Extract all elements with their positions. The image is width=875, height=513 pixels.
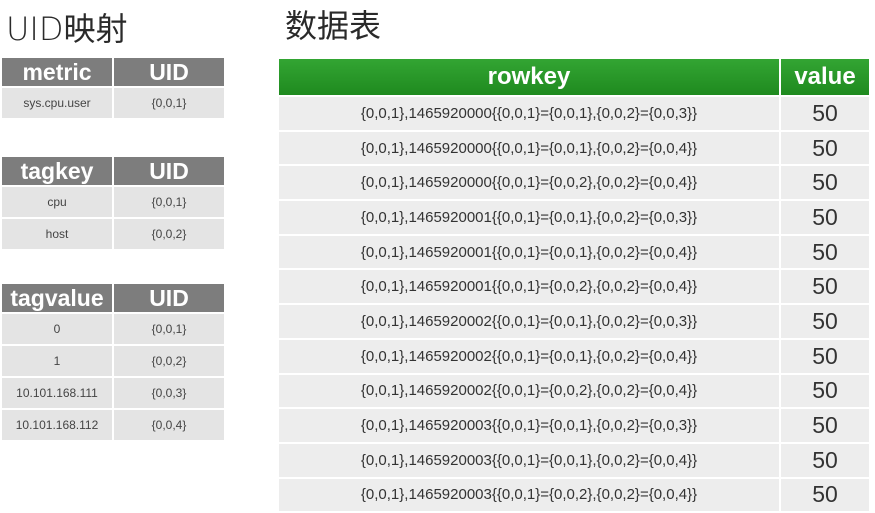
rowkey-cell: {0,0,1},1465920000{{0,0,1}={0,0,1},{0,0,… [279,131,779,165]
rowkey-cell: {0,0,1},1465920002{{0,0,1}={0,0,1},{0,0,… [279,339,779,373]
table-cell: {0,0,4} [114,410,224,440]
column-header: metric [2,58,112,86]
table-cell: 10.101.168.112 [2,410,112,440]
table-row: {0,0,1},1465920001{{0,0,1}={0,0,2},{0,0,… [279,270,869,304]
table-cell: {0,0,1} [114,314,224,344]
table-cell: {0,0,2} [114,219,224,249]
tagkey-uid-table: tagkey UID cpu {0,0,1} host {0,0,2} [0,155,226,251]
table-row: {0,0,1},1465920002{{0,0,1}={0,0,2},{0,0,… [279,374,869,408]
rowkey-cell: {0,0,1},1465920001{{0,0,1}={0,0,1},{0,0,… [279,201,779,234]
value-cell: 50 [781,478,869,512]
rowkey-cell: {0,0,1},1465920000{{0,0,1}={0,0,2},{0,0,… [279,166,779,200]
value-cell: 50 [781,270,869,304]
value-cell: 50 [781,235,869,269]
table-cell: {0,0,3} [114,378,224,408]
table-row: host {0,0,2} [2,219,224,249]
table-row: {0,0,1},1465920002{{0,0,1}={0,0,1},{0,0,… [279,305,869,338]
table-cell: 1 [2,346,112,376]
value-cell: 50 [781,305,869,338]
table-row: {0,0,1},1465920000{{0,0,1}={0,0,2},{0,0,… [279,166,869,200]
column-header: tagvalue [2,284,112,312]
value-cell: 50 [781,201,869,234]
uid-mapping-title: UID映射 [6,10,128,48]
table-row: {0,0,1},1465920000{{0,0,1}={0,0,1},{0,0,… [279,131,869,165]
table-header-row: rowkey value [279,59,869,95]
column-header: tagkey [2,157,112,185]
value-cell: 50 [781,166,869,200]
metric-uid-table: metric UID sys.cpu.user {0,0,1} [0,56,226,120]
value-cell: 50 [781,131,869,165]
table-row: {0,0,1},1465920001{{0,0,1}={0,0,1},{0,0,… [279,201,869,234]
table-header-row: tagkey UID [2,157,224,185]
data-table-title: 数据表 [285,7,382,45]
table-row: sys.cpu.user {0,0,1} [2,88,224,118]
column-header-rowkey: rowkey [279,59,779,95]
column-header: UID [114,58,224,86]
rowkey-cell: {0,0,1},1465920003{{0,0,1}={0,0,1},{0,0,… [279,443,779,477]
value-cell: 50 [781,409,869,442]
table-cell: {0,0,2} [114,346,224,376]
table-row: 10.101.168.111 {0,0,3} [2,378,224,408]
table-row: {0,0,1},1465920000{{0,0,1}={0,0,1},{0,0,… [279,97,869,130]
table-row: {0,0,1},1465920002{{0,0,1}={0,0,1},{0,0,… [279,339,869,373]
column-header-value: value [781,59,869,95]
rowkey-cell: {0,0,1},1465920003{{0,0,1}={0,0,1},{0,0,… [279,409,779,442]
table-header-row: metric UID [2,58,224,86]
table-row: 1 {0,0,2} [2,346,224,376]
table-row: {0,0,1},1465920003{{0,0,1}={0,0,1},{0,0,… [279,409,869,442]
column-header: UID [114,284,224,312]
table-cell: cpu [2,187,112,217]
rowkey-cell: {0,0,1},1465920000{{0,0,1}={0,0,1},{0,0,… [279,97,779,130]
rowkey-cell: {0,0,1},1465920001{{0,0,1}={0,0,2},{0,0,… [279,270,779,304]
table-cell: sys.cpu.user [2,88,112,118]
table-row: 0 {0,0,1} [2,314,224,344]
value-cell: 50 [781,339,869,373]
table-cell: host [2,219,112,249]
table-cell: {0,0,1} [114,88,224,118]
value-cell: 50 [781,97,869,130]
column-header: UID [114,157,224,185]
table-row: {0,0,1},1465920001{{0,0,1}={0,0,1},{0,0,… [279,235,869,269]
rowkey-cell: {0,0,1},1465920003{{0,0,1}={0,0,2},{0,0,… [279,478,779,512]
table-cell: 10.101.168.111 [2,378,112,408]
value-cell: 50 [781,374,869,408]
rowkey-cell: {0,0,1},1465920001{{0,0,1}={0,0,1},{0,0,… [279,235,779,269]
table-cell: {0,0,1} [114,187,224,217]
table-row: cpu {0,0,1} [2,187,224,217]
table-row: 10.101.168.112 {0,0,4} [2,410,224,440]
hbase-data-table: rowkey value {0,0,1},1465920000{{0,0,1}=… [277,57,871,513]
tagvalue-uid-table: tagvalue UID 0 {0,0,1} 1 {0,0,2} 10.101.… [0,282,226,442]
table-cell: 0 [2,314,112,344]
table-row: {0,0,1},1465920003{{0,0,1}={0,0,2},{0,0,… [279,478,869,512]
table-header-row: tagvalue UID [2,284,224,312]
table-row: {0,0,1},1465920003{{0,0,1}={0,0,1},{0,0,… [279,443,869,477]
rowkey-cell: {0,0,1},1465920002{{0,0,1}={0,0,2},{0,0,… [279,374,779,408]
rowkey-cell: {0,0,1},1465920002{{0,0,1}={0,0,1},{0,0,… [279,305,779,338]
value-cell: 50 [781,443,869,477]
